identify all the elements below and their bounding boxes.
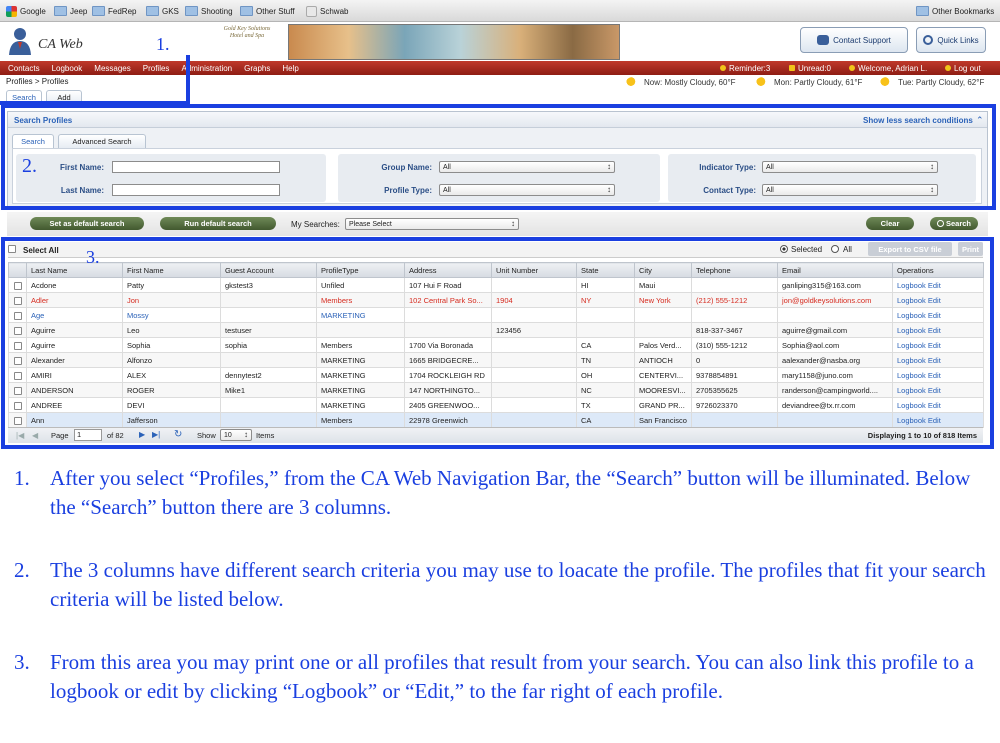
folder-icon	[916, 6, 929, 16]
logout-link[interactable]: Log out	[945, 61, 981, 75]
bookmark-shooting[interactable]: Shooting	[185, 4, 233, 18]
unread-link[interactable]: Unread:0	[789, 61, 831, 75]
app-title: CA Web	[38, 37, 83, 52]
bookmark-google[interactable]: Google	[6, 4, 46, 18]
google-icon	[6, 5, 17, 17]
logout-icon	[945, 65, 951, 71]
link-icon	[923, 35, 934, 45]
annotation-number-1: 1.	[156, 34, 170, 54]
search-icon	[936, 220, 944, 227]
folder-icon	[146, 6, 159, 16]
partly-cloudy-icon	[626, 77, 640, 87]
my-searches-label: My Searches:	[291, 220, 340, 229]
hotel-logo: Gold Key Solutions Hotel and Spa	[223, 26, 271, 39]
clear-button[interactable]: Clear	[866, 217, 914, 230]
partly-cloudy-icon	[756, 77, 770, 87]
welcome-user: Welcome, Adrian L.	[849, 61, 927, 75]
person-logo-icon	[9, 28, 31, 55]
annotation-frame-1	[0, 55, 190, 105]
folder-icon	[185, 6, 198, 16]
bookmark-gks[interactable]: GKS	[146, 4, 179, 18]
weather-tue: Tue: Partly Cloudy, 62°F	[880, 77, 984, 87]
envelope-icon	[789, 65, 795, 71]
my-searches-select[interactable]: Please Select	[345, 218, 519, 230]
weather-mon: Mon: Partly Cloudy, 61°F	[756, 77, 862, 87]
annotation-frame-3	[1, 237, 994, 449]
bell-icon	[720, 65, 726, 71]
weather-now: Now: Mostly Cloudy, 60°F	[626, 77, 736, 87]
bookmark-schwab[interactable]: Schwab	[306, 4, 348, 18]
search-button[interactable]: Search	[930, 217, 978, 230]
hotel-banner-image	[288, 24, 620, 60]
bookmark-other-stuff[interactable]: Other Stuff	[240, 4, 295, 18]
instruction-3: 3. From this area you may print one or al…	[14, 650, 974, 703]
bookmark-other-bookmarks[interactable]: Other Bookmarks	[916, 4, 994, 18]
nav-graphs[interactable]: Graphs	[238, 64, 276, 73]
contact-support-button[interactable]: Contact Support	[800, 27, 908, 53]
bookmarks-bar: Google Jeep FedRep GKS Shooting Other St…	[0, 0, 1000, 22]
run-default-search-button[interactable]: Run default search	[160, 217, 276, 230]
annotation-frame-2	[1, 104, 996, 210]
bookmark-jeep[interactable]: Jeep	[54, 4, 87, 18]
annotation-number-3: 3.	[86, 247, 100, 267]
instruction-1: 1. After you select “Profiles,” from the …	[14, 466, 971, 519]
folder-icon	[54, 6, 67, 16]
nav-help[interactable]: Help	[276, 64, 304, 73]
set-default-search-button[interactable]: Set as default search	[30, 217, 144, 230]
partly-cloudy-icon	[880, 77, 894, 87]
support-phone-icon	[817, 35, 830, 45]
bookmark-fedrep[interactable]: FedRep	[92, 4, 136, 18]
folder-icon	[92, 6, 105, 16]
reminder-link[interactable]: Reminder:3	[720, 61, 770, 75]
annotation-number-2: 2.	[22, 155, 37, 177]
schwab-icon	[306, 5, 317, 17]
instruction-2: 2. The 3 columns have different search cr…	[14, 558, 986, 611]
folder-icon	[240, 6, 253, 16]
user-icon	[849, 65, 855, 71]
quick-links-button[interactable]: Quick Links	[916, 27, 986, 53]
